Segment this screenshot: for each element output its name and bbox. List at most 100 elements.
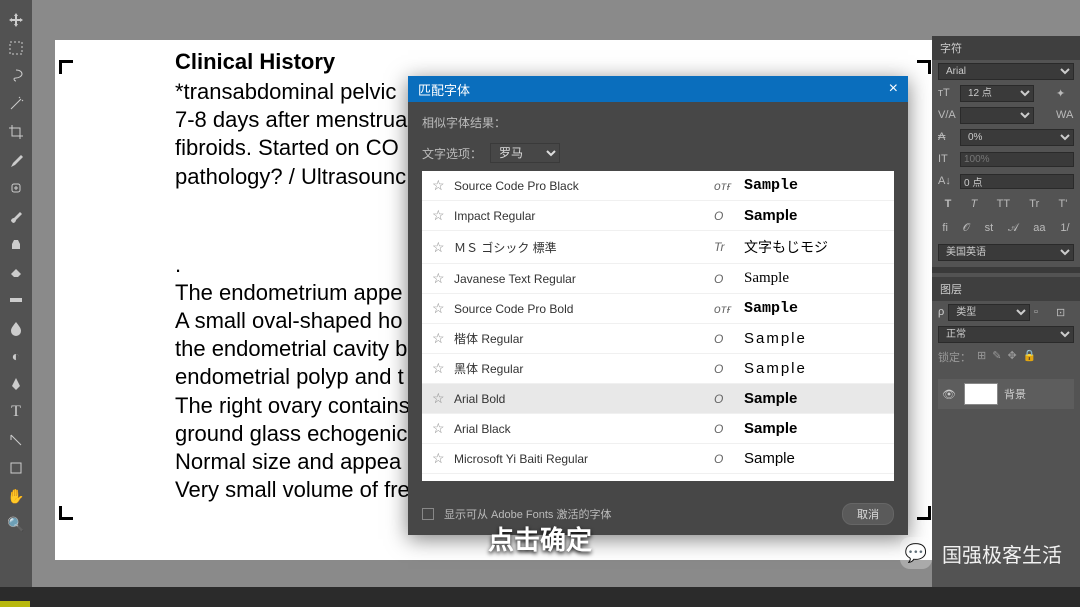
visibility-icon[interactable]: 👁 bbox=[942, 388, 958, 401]
font-result-row[interactable]: ☆Source Code Pro BlackᴏᴛғSample bbox=[422, 171, 894, 201]
healing-tool[interactable] bbox=[4, 176, 28, 200]
font-result-row[interactable]: ☆Microsoft Yi Baiti RegularOSample bbox=[422, 444, 894, 474]
font-name: Arial Bold bbox=[454, 392, 714, 406]
status-bar bbox=[0, 587, 1080, 607]
crop-corner-br bbox=[917, 506, 931, 520]
favorite-star-icon[interactable]: ☆ bbox=[432, 300, 454, 317]
dialog-titlebar[interactable]: 匹配字体 × bbox=[408, 76, 908, 102]
brush-tool[interactable] bbox=[4, 204, 28, 228]
font-sample: Sample bbox=[744, 390, 884, 407]
path-tool[interactable] bbox=[4, 428, 28, 452]
italic-btn[interactable]: T bbox=[971, 198, 978, 210]
crop-corner-bl bbox=[59, 506, 73, 520]
font-type-icon: O bbox=[714, 452, 744, 466]
kerning-select[interactable]: 0% bbox=[960, 129, 1074, 146]
pen-tool[interactable] bbox=[4, 372, 28, 396]
font-name: Source Code Pro Bold bbox=[454, 302, 714, 316]
font-name: Impact Regular bbox=[454, 209, 714, 223]
font-name: 黑体 Regular bbox=[454, 360, 714, 377]
lock-brush-icon[interactable]: ✎ bbox=[992, 349, 1001, 365]
font-sample: Sample bbox=[744, 330, 884, 347]
font-size-select[interactable]: 12 点 bbox=[960, 85, 1034, 102]
lock-pixels-icon[interactable]: ⊞ bbox=[977, 349, 986, 365]
font-result-row[interactable]: ☆楷体 RegularOSample bbox=[422, 324, 894, 354]
font-result-row[interactable]: ☆Impact RegularOSample bbox=[422, 201, 894, 231]
font-result-row[interactable]: ☆ＭＳ ゴシック 標準Tr文字もじモジ bbox=[422, 231, 894, 264]
close-icon[interactable]: × bbox=[889, 80, 898, 98]
favorite-star-icon[interactable]: ☆ bbox=[432, 360, 454, 377]
character-panel-tab[interactable]: 字符 bbox=[932, 36, 1080, 60]
swash-btn[interactable]: 𝒪 bbox=[963, 222, 970, 235]
font-result-row[interactable]: ☆Javanese Text RegularOSample bbox=[422, 264, 894, 294]
layers-panel-tab[interactable]: 图层 bbox=[932, 277, 1080, 301]
layer-row-background[interactable]: 👁 背景 bbox=[938, 379, 1074, 409]
hand-tool[interactable]: ✋ bbox=[4, 484, 28, 508]
favorite-star-icon[interactable]: ☆ bbox=[432, 207, 454, 224]
size-icon: тT bbox=[938, 87, 956, 99]
adobe-fonts-checkbox[interactable] bbox=[422, 508, 434, 520]
scale-input[interactable] bbox=[960, 152, 1074, 167]
favorite-star-icon[interactable]: ☆ bbox=[432, 450, 454, 467]
font-name: Source Code Pro Black bbox=[454, 179, 714, 193]
language-select[interactable]: 美国英语 bbox=[938, 244, 1074, 261]
wand-tool[interactable] bbox=[4, 92, 28, 116]
blend-mode-select[interactable]: 正常 bbox=[938, 326, 1074, 343]
font-name: Microsoft Yi Baiti Regular bbox=[454, 452, 714, 466]
font-sample: Sample bbox=[744, 300, 884, 317]
super-btn[interactable]: T' bbox=[1059, 198, 1068, 210]
layer-kind-select[interactable]: 类型 bbox=[948, 304, 1030, 321]
favorite-star-icon[interactable]: ☆ bbox=[432, 177, 454, 194]
smallcaps-btn[interactable]: Tr bbox=[1029, 198, 1039, 210]
favorite-star-icon[interactable]: ☆ bbox=[432, 330, 454, 347]
titling-btn[interactable]: 𝒜 bbox=[1008, 222, 1018, 235]
ordinals-btn[interactable]: aa bbox=[1033, 222, 1045, 235]
zoom-tool[interactable]: 🔍 bbox=[4, 512, 28, 536]
eyedropper-tool[interactable] bbox=[4, 148, 28, 172]
font-family-select[interactable]: Arial bbox=[938, 63, 1074, 80]
text-option-select[interactable]: 罗马 bbox=[490, 143, 560, 163]
type-tool[interactable]: T bbox=[4, 400, 28, 424]
bold-btn[interactable]: T bbox=[945, 198, 952, 210]
lock-label: 锁定： bbox=[938, 349, 971, 365]
filter-icon[interactable]: ▫ bbox=[1034, 306, 1052, 318]
clone-tool[interactable] bbox=[4, 232, 28, 256]
shape-tool[interactable] bbox=[4, 456, 28, 480]
lasso-tool[interactable] bbox=[4, 64, 28, 88]
layer-kind-label: ρ bbox=[938, 306, 944, 318]
wa-icon: WA bbox=[1056, 109, 1074, 121]
blur-tool[interactable] bbox=[4, 316, 28, 340]
caps-btn[interactable]: TT bbox=[997, 198, 1010, 210]
move-tool[interactable] bbox=[4, 8, 28, 32]
font-results-list: ☆Source Code Pro BlackᴏᴛғSample☆Impact R… bbox=[422, 171, 894, 481]
favorite-star-icon[interactable]: ☆ bbox=[432, 390, 454, 407]
favorite-star-icon[interactable]: ☆ bbox=[432, 239, 454, 256]
marquee-tool[interactable] bbox=[4, 36, 28, 60]
font-result-row[interactable]: ☆Arial BlackOSample bbox=[422, 414, 894, 444]
font-result-row[interactable]: ☆Source Code Pro BoldᴏᴛғSample bbox=[422, 294, 894, 324]
kerning-icon: ₳ bbox=[938, 131, 956, 143]
dodge-tool[interactable]: ◐ bbox=[4, 344, 28, 368]
baseline-input[interactable] bbox=[960, 174, 1074, 189]
dialog-title-text: 匹配字体 bbox=[418, 80, 470, 99]
lig-btn[interactable]: fi bbox=[942, 222, 948, 235]
font-sample: Sample bbox=[744, 270, 884, 287]
favorite-star-icon[interactable]: ☆ bbox=[432, 270, 454, 287]
text-option-label: 文字选项： bbox=[422, 145, 482, 162]
fractions-btn[interactable]: 1/ bbox=[1060, 222, 1069, 235]
lock-all-icon[interactable]: 🔒 bbox=[1023, 349, 1037, 365]
filter-icon2[interactable]: ⊡ bbox=[1056, 306, 1074, 319]
stylistic-btn[interactable]: st bbox=[985, 222, 994, 235]
gradient-tool[interactable] bbox=[4, 288, 28, 312]
font-result-row[interactable]: ☆Arial BoldOSample bbox=[422, 384, 894, 414]
document-text: Clinical History *transabdominal pelvic … bbox=[175, 48, 410, 504]
cancel-button[interactable]: 取消 bbox=[842, 503, 894, 525]
favorite-star-icon[interactable]: ☆ bbox=[432, 420, 454, 437]
font-type-icon: O bbox=[714, 422, 744, 436]
eraser-tool[interactable] bbox=[4, 260, 28, 284]
lock-move-icon[interactable]: ✥ bbox=[1007, 349, 1016, 365]
font-name: Arial Black bbox=[454, 422, 714, 436]
font-result-row[interactable]: ☆黑体 RegularOSample bbox=[422, 354, 894, 384]
tracking-select[interactable] bbox=[960, 107, 1034, 124]
crop-tool[interactable] bbox=[4, 120, 28, 144]
crop-corner-tl bbox=[59, 60, 73, 74]
